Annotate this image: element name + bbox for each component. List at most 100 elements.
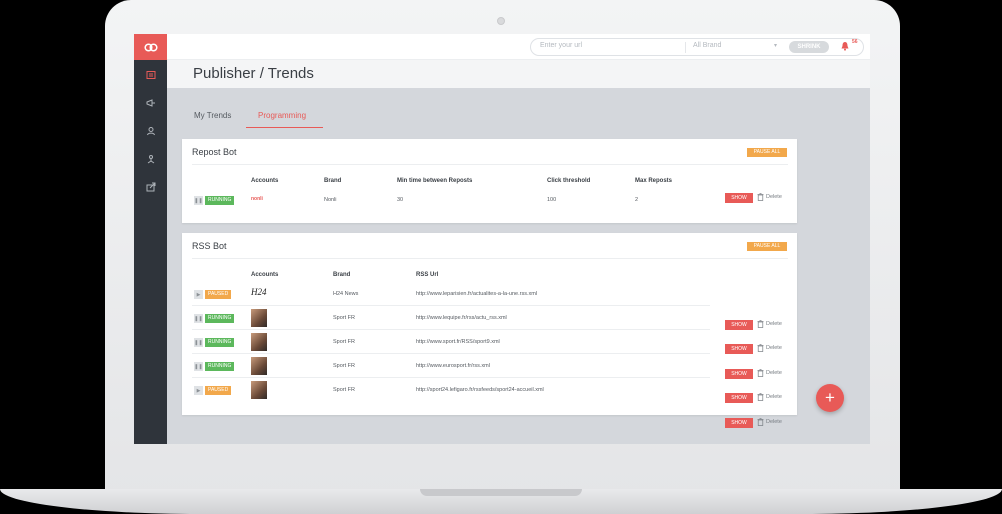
rss-url-cell: http://www.leparisien.fr/actualites-a-la…: [416, 291, 538, 297]
play-icon[interactable]: ▶: [194, 290, 203, 299]
status-badge: RUNNING: [205, 362, 235, 371]
trash-icon: [757, 369, 764, 377]
search-bar: Enter your url All Brand ▾ SHRINK: [530, 38, 864, 56]
column-header-accounts: Accounts: [251, 272, 279, 278]
status-badge: PAUSED: [205, 290, 232, 299]
tab-bar: My Trends Programming: [167, 104, 870, 128]
laptop-mockup: Enter your url All Brand ▾ SHRINK 56 Pub…: [0, 0, 1002, 514]
show-button[interactable]: SHOW: [725, 344, 753, 354]
column-header-rss-url: RSS Url: [416, 272, 439, 278]
max-reposts-cell: 2: [635, 197, 639, 203]
pause-icon[interactable]: ❚❚: [194, 362, 203, 371]
show-button[interactable]: SHOW: [725, 369, 753, 379]
delete-label: Delete: [766, 194, 782, 200]
active-tab-indicator: [246, 127, 323, 128]
sidebar-item-dashboard[interactable]: [134, 61, 167, 89]
delete-label: Delete: [766, 370, 782, 376]
click-threshold-cell: 100: [547, 197, 557, 203]
status-badge: RUNNING: [205, 196, 235, 205]
camera-icon: [497, 17, 505, 25]
status-badge: RUNNING: [205, 338, 235, 347]
table-row: ▶ PAUSED H24 H24 News http://www.leparis…: [192, 282, 710, 306]
pause-icon[interactable]: ❚❚: [194, 314, 203, 323]
status-badge: PAUSED: [205, 386, 232, 395]
table-row: ❚❚ RUNNING nonli Nonli 30 100 2: [192, 188, 710, 212]
sidebar-item-campaigns[interactable]: [134, 89, 167, 117]
add-button[interactable]: +: [816, 384, 844, 412]
top-bar: Enter your url All Brand ▾ SHRINK 56: [167, 34, 870, 60]
delete-button[interactable]: Delete: [757, 369, 782, 377]
account-logo: H24: [251, 287, 267, 297]
table-row: ❚❚ RUNNING Sport FR http://www.sport.fr/…: [192, 330, 710, 354]
card-title: Repost Bot: [192, 147, 237, 157]
sidebar-item-network[interactable]: [134, 145, 167, 173]
notification-count: 56: [852, 39, 858, 45]
table-row: ▶ PAUSED Sport FR http://sport24.lefigar…: [192, 378, 710, 402]
rss-url-cell: http://www.sport.fr/RSS/sport9.xml: [416, 339, 500, 345]
table-row: ❚❚ RUNNING Sport FR http://www.lequipe.f…: [192, 306, 710, 330]
rss-url-cell: http://www.lequipe.fr/rss/actu_rss.xml: [416, 315, 507, 321]
trash-icon: [757, 320, 764, 328]
bell-icon[interactable]: [840, 41, 850, 51]
delete-label: Delete: [766, 345, 782, 351]
tab-my-trends[interactable]: My Trends: [194, 111, 231, 120]
avatar: [251, 309, 267, 327]
tab-programming[interactable]: Programming: [258, 111, 306, 120]
app-logo[interactable]: [134, 34, 167, 60]
pause-icon[interactable]: ❚❚: [194, 196, 203, 205]
trash-icon: [757, 418, 764, 426]
column-header-brand: Brand: [333, 272, 351, 278]
pause-icon[interactable]: ❚❚: [194, 338, 203, 347]
card-title: RSS Bot: [192, 241, 227, 251]
status-badge: RUNNING: [205, 314, 235, 323]
column-header-accounts: Accounts: [251, 178, 279, 184]
chevron-down-icon[interactable]: ▾: [774, 42, 777, 49]
delete-button[interactable]: Delete: [757, 418, 782, 426]
logo-icon: [143, 42, 158, 52]
megaphone-icon: [146, 99, 155, 107]
repost-bot-card: Repost Bot PAUSE ALL Accounts Brand Min …: [182, 139, 797, 223]
share-icon: [146, 182, 155, 192]
table-row: ❚❚ RUNNING Sport FR http://www.eurosport…: [192, 354, 710, 378]
rss-url-cell: http://www.eurosport.fr/rss.xml: [416, 363, 490, 369]
show-button[interactable]: SHOW: [725, 193, 753, 203]
column-header-brand: Brand: [324, 178, 342, 184]
account-logo: nonli: [251, 196, 263, 202]
brand-select[interactable]: All Brand: [685, 42, 783, 53]
avatar: [251, 381, 267, 399]
network-icon: [147, 155, 154, 164]
show-button[interactable]: SHOW: [725, 418, 753, 428]
column-header-min-time: Min time between Reposts: [397, 178, 473, 184]
play-icon[interactable]: ▶: [194, 386, 203, 395]
laptop-notch: [420, 489, 582, 496]
show-button[interactable]: SHOW: [725, 320, 753, 330]
shrink-button[interactable]: SHRINK: [789, 41, 829, 53]
app-screen: Enter your url All Brand ▾ SHRINK 56 Pub…: [134, 34, 870, 444]
delete-label: Delete: [766, 394, 782, 400]
trash-icon: [757, 344, 764, 352]
delete-button[interactable]: Delete: [757, 320, 782, 328]
delete-button[interactable]: Delete: [757, 193, 782, 201]
delete-button[interactable]: Delete: [757, 344, 782, 352]
brand-cell: Sport FR: [333, 339, 356, 345]
show-button[interactable]: SHOW: [725, 393, 753, 403]
sidebar-item-users[interactable]: [134, 117, 167, 145]
user-icon: [146, 127, 155, 136]
trash-icon: [757, 393, 764, 401]
brand-cell: Nonli: [324, 197, 337, 203]
url-input[interactable]: Enter your url: [540, 42, 582, 49]
page-header: Publisher / Trends: [167, 60, 870, 88]
rss-bot-card: RSS Bot PAUSE ALL Accounts Brand RSS Url…: [182, 233, 797, 428]
delete-button[interactable]: Delete: [757, 393, 782, 401]
min-time-cell: 30: [397, 197, 404, 203]
page-title: Publisher / Trends: [193, 65, 314, 82]
brand-cell: Sport FR: [333, 387, 356, 393]
sidebar-item-share[interactable]: [134, 173, 167, 201]
delete-label: Delete: [766, 419, 782, 425]
divider: [192, 258, 788, 259]
column-header-max-reposts: Max Reposts: [635, 178, 673, 184]
pause-all-button[interactable]: PAUSE ALL: [747, 242, 787, 251]
newspaper-icon: [146, 71, 155, 79]
avatar: [251, 333, 267, 351]
pause-all-button[interactable]: PAUSE ALL: [747, 148, 787, 157]
